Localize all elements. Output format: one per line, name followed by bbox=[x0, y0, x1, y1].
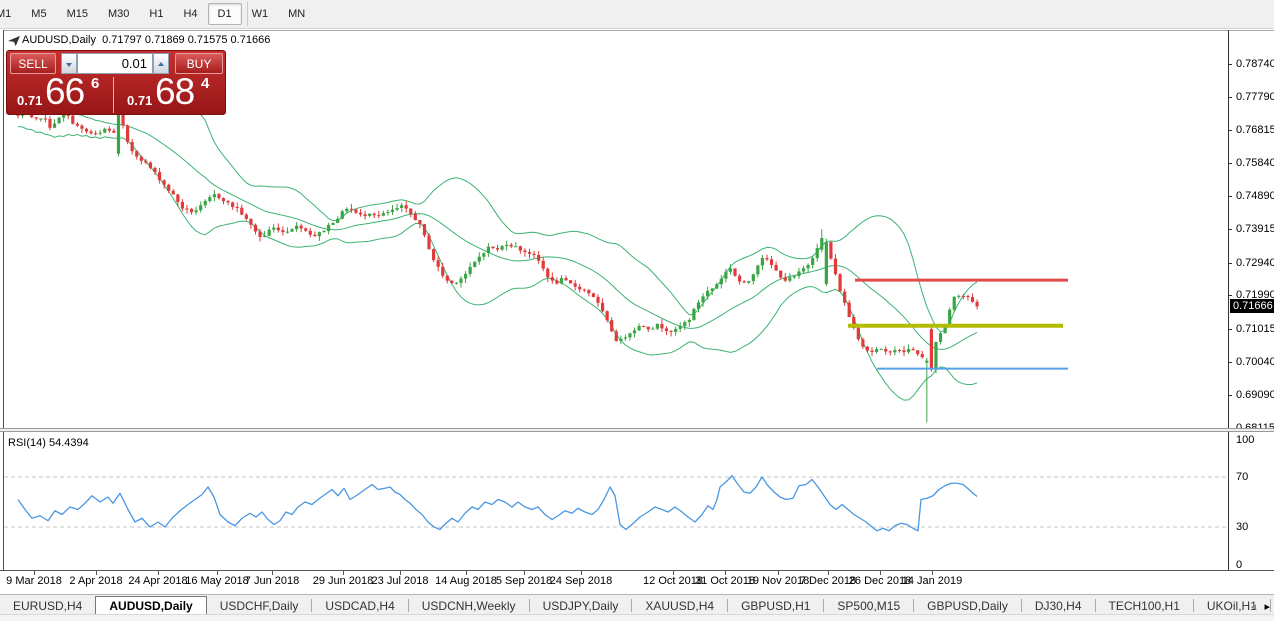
rsi-level-label: 0 bbox=[1236, 558, 1243, 571]
date-tick-label: 14 Aug 2018 bbox=[435, 575, 497, 587]
chart-window[interactable]: AUDUSD,Daily 0.71797 0.71869 0.71575 0.7… bbox=[0, 29, 1274, 595]
trading-terminal-window: M1M5M15M30H1H4D1W1MN AUDUSD,Daily 0.7179… bbox=[0, 0, 1274, 621]
date-tick-label: 16 May 2018 bbox=[185, 575, 249, 587]
lot-size-input[interactable]: 0.01 bbox=[77, 53, 153, 74]
buy-price-big: 68 bbox=[155, 71, 195, 112]
date-tick-label: 23 Jul 2018 bbox=[371, 575, 429, 587]
price-tick-label: 0.70040 bbox=[1236, 356, 1274, 369]
price-tick-label: 0.72940 bbox=[1236, 256, 1274, 269]
date-tick-label: 7 Jun 2018 bbox=[244, 575, 300, 587]
timeframe-button-H4[interactable]: H4 bbox=[173, 3, 207, 25]
price-tick-label: 0.74890 bbox=[1236, 189, 1274, 202]
sell-price-big: 66 bbox=[45, 71, 85, 112]
chart-tab-audusd-daily[interactable]: AUDUSD,Daily bbox=[95, 596, 207, 616]
date-tick-label: 7 Dec 2018 bbox=[799, 575, 857, 587]
current-price-tag: 0.71666 bbox=[1230, 299, 1274, 314]
price-tick-label: 0.75840 bbox=[1236, 157, 1274, 170]
rsi-label: RSI(14) 54.4394 bbox=[8, 437, 89, 449]
sell-price-prefix: 0.71 bbox=[17, 93, 43, 108]
sell-price-sup: 6 bbox=[91, 75, 100, 92]
triangle-down-icon bbox=[66, 63, 72, 67]
date-tick-label: 24 Sep 2018 bbox=[549, 575, 613, 587]
timeframe-button-M1[interactable]: M1 bbox=[0, 3, 21, 25]
date-axis[interactable]: 9 Mar 2018 2 Apr 2018 24 Apr 2018 16 May 20… bbox=[0, 570, 1274, 595]
rsi-level-label: 30 bbox=[1236, 521, 1249, 533]
timeframe-button-D1[interactable]: D1 bbox=[207, 3, 242, 25]
toolbar-separator bbox=[247, 2, 248, 26]
buy-price-display[interactable]: 0.71 68 4 bbox=[119, 71, 223, 113]
price-tick-label: 0.77790 bbox=[1236, 90, 1274, 103]
price-tick-label: 0.71015 bbox=[1236, 322, 1274, 335]
date-tick-label: 24 Apr 2018 bbox=[128, 575, 188, 587]
rsi-level-label: 70 bbox=[1236, 471, 1249, 483]
date-tick-label: 2 Apr 2018 bbox=[69, 575, 123, 587]
tab-scroll-right-icon[interactable]: ▸ bbox=[1264, 600, 1270, 613]
buy-price-prefix: 0.71 bbox=[127, 93, 153, 108]
rsi-level-label: 100 bbox=[1236, 433, 1255, 446]
timeframe-button-H1[interactable]: H1 bbox=[139, 3, 173, 25]
date-tick-label: 14 Jan 2019 bbox=[901, 575, 963, 587]
timeframe-button-M30[interactable]: M30 bbox=[98, 3, 139, 25]
date-tick-label: 12 Oct 2018 bbox=[643, 575, 703, 587]
date-tick-label: 5 Sep 2018 bbox=[495, 575, 553, 587]
date-tick-label: 9 Mar 2018 bbox=[6, 575, 62, 587]
timeframe-button-MN[interactable]: MN bbox=[278, 3, 315, 25]
buy-price-sup: 4 bbox=[201, 75, 210, 92]
one-click-trading-panel: SELL 0.01 BUY 0.71 66 6 0.71 68 4 bbox=[6, 50, 226, 115]
price-tick-label: 0.69090 bbox=[1236, 388, 1274, 401]
price-tick-label: 0.73915 bbox=[1236, 223, 1274, 236]
price-tick-label: 0.78740 bbox=[1236, 58, 1274, 70]
timeframe-toolbar: M1M5M15M30H1H4D1W1MN bbox=[0, 0, 1274, 29]
tab-scroll-left-icon[interactable]: ◂ bbox=[1250, 600, 1256, 613]
timeframe-button-M5[interactable]: M5 bbox=[21, 3, 56, 25]
rsi-indicator-plot[interactable] bbox=[0, 432, 1228, 570]
status-strip bbox=[0, 614, 1274, 621]
triangle-up-icon bbox=[158, 62, 164, 66]
sell-price-display[interactable]: 0.71 66 6 bbox=[9, 71, 114, 113]
price-axis-line bbox=[1228, 30, 1229, 570]
timeframe-button-M15[interactable]: M15 bbox=[57, 3, 98, 25]
date-tick-label: 29 Jun 2018 bbox=[312, 575, 374, 587]
price-tick-label: 0.76815 bbox=[1236, 123, 1274, 136]
